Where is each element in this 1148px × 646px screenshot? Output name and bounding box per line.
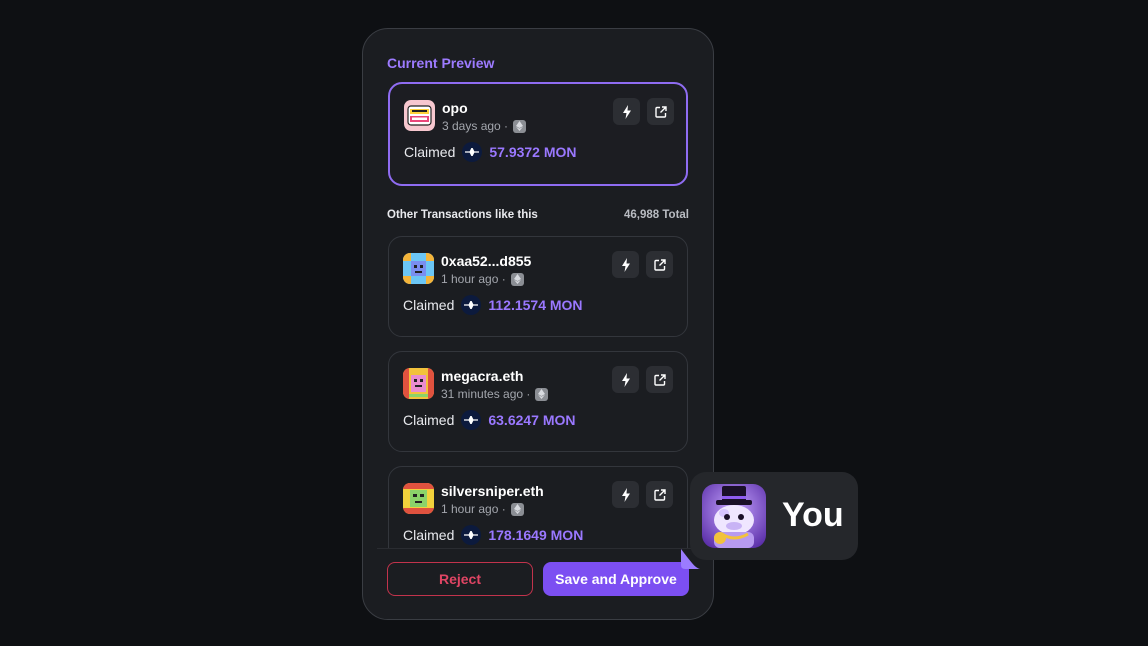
avatar <box>403 483 434 514</box>
monad-icon <box>462 142 483 162</box>
timestamp: 3 days ago · <box>442 119 509 133</box>
claim-row: Claimed 112.1574 MON <box>403 295 583 315</box>
lightning-icon <box>622 104 631 119</box>
account-name: megacra.eth <box>441 368 524 384</box>
you-label: You <box>782 496 844 534</box>
monad-icon <box>461 410 482 430</box>
claimed-label: Claimed <box>403 297 455 313</box>
monad-icon <box>461 525 482 545</box>
current-preview-title: Current Preview <box>387 55 495 71</box>
claimed-label: Claimed <box>403 412 455 428</box>
avatar <box>403 368 434 399</box>
save-and-approve-button[interactable]: Save and Approve <box>543 562 689 596</box>
avatar <box>403 253 434 284</box>
claimed-label: Claimed <box>403 527 455 543</box>
account-name: 0xaa52...d855 <box>441 253 532 269</box>
lightning-icon <box>621 372 630 387</box>
action-footer: Reject Save and Approve <box>377 548 703 619</box>
lightning-button[interactable] <box>612 481 639 508</box>
external-link-icon <box>653 373 666 386</box>
claimed-amount: 63.6247 MON <box>488 412 576 428</box>
claimed-label: Claimed <box>404 144 456 160</box>
lightning-button[interactable] <box>612 251 639 278</box>
claimed-amount: 112.1574 MON <box>488 297 583 313</box>
list-item[interactable]: megacra.eth 31 minutes ago · Claimed 63.… <box>388 351 688 452</box>
external-link-icon <box>654 105 667 118</box>
user-avatar <box>702 484 766 548</box>
claim-row: Claimed 63.6247 MON <box>403 410 576 430</box>
claimed-amount: 57.9372 MON <box>489 144 577 160</box>
transaction-meta: 1 hour ago · <box>441 272 524 286</box>
transaction-meta: 1 hour ago · <box>441 502 524 516</box>
external-link-icon <box>653 258 666 271</box>
timestamp: 1 hour ago · <box>441 272 506 286</box>
claimed-amount: 178.1649 MON <box>488 527 584 543</box>
other-transactions-title: Other Transactions like this <box>387 209 538 221</box>
external-link-icon <box>653 488 666 501</box>
claim-row: Claimed 178.1649 MON <box>403 525 583 545</box>
transaction-list[interactable]: 0xaa52...d855 1 hour ago · Claimed 112.1… <box>363 234 713 548</box>
lightning-button[interactable] <box>612 366 639 393</box>
transaction-meta: 3 days ago · <box>442 119 527 133</box>
ethereum-icon <box>513 119 527 133</box>
other-transactions-header: Other Transactions like this 46,988 Tota… <box>387 209 689 221</box>
account-name: opo <box>442 100 468 116</box>
list-item[interactable]: 0xaa52...d855 1 hour ago · Claimed 112.1… <box>388 236 688 337</box>
ethereum-icon <box>535 387 549 401</box>
lightning-button[interactable] <box>613 98 640 125</box>
claim-row: Claimed 57.9372 MON <box>404 142 577 162</box>
account-name: silversniper.eth <box>441 483 544 499</box>
total-count: 46,988 Total <box>624 209 689 221</box>
ethereum-icon <box>510 502 524 516</box>
ethereum-icon <box>510 272 524 286</box>
monad-icon <box>461 295 482 315</box>
lightning-icon <box>621 257 630 272</box>
list-item[interactable]: silversniper.eth 1 hour ago · Claimed 17… <box>388 466 688 548</box>
external-link-button[interactable] <box>646 481 673 508</box>
timestamp: 31 minutes ago · <box>441 387 531 401</box>
transaction-preview-panel: Current Preview opo 3 days ago · Claimed… <box>362 28 714 620</box>
avatar <box>404 100 435 131</box>
external-link-button[interactable] <box>646 366 673 393</box>
reject-button[interactable]: Reject <box>387 562 533 596</box>
user-presence-badge: You <box>690 472 858 560</box>
current-preview-card[interactable]: opo 3 days ago · Claimed 57.9372 MON <box>388 82 688 186</box>
external-link-button[interactable] <box>647 98 674 125</box>
timestamp: 1 hour ago · <box>441 502 506 516</box>
external-link-button[interactable] <box>646 251 673 278</box>
transaction-meta: 31 minutes ago · <box>441 387 549 401</box>
lightning-icon <box>621 487 630 502</box>
